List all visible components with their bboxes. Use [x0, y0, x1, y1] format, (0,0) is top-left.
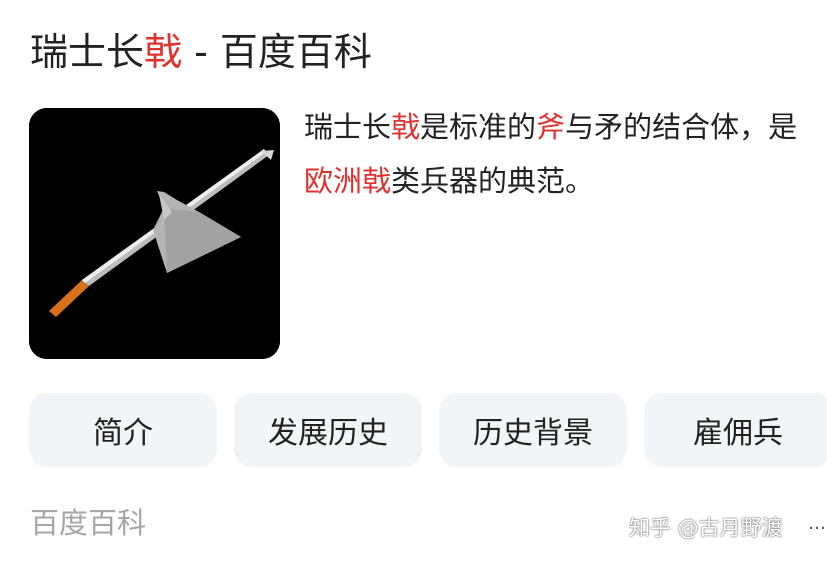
halberd-image[interactable]: [29, 108, 280, 359]
link-europe[interactable]: 欧洲: [304, 164, 362, 198]
description-text: 与矛的结合体，是: [565, 110, 798, 144]
tab-development-history[interactable]: 发展历史: [234, 393, 422, 467]
halberd-illustration: [29, 108, 280, 359]
section-tabs: 简介 发展历史 历史背景 雇佣兵: [29, 393, 827, 467]
tab-intro[interactable]: 简介: [29, 393, 217, 467]
search-result-card: 瑞士长戟 - 百度百科 瑞士长戟是标准的斧与矛的结合体，是欧洲戟类兵器的典范。 …: [0, 0, 827, 562]
watermark: 知乎 @古月野渡: [629, 516, 783, 540]
title-suffix: - 百度百科: [182, 30, 372, 74]
description-text: 瑞士长: [304, 110, 392, 144]
link-halberd-2[interactable]: 戟: [362, 164, 391, 198]
link-halberd[interactable]: 戟: [391, 110, 420, 144]
description-text: 类兵器的典范。: [391, 164, 595, 198]
description-text: 是标准的: [420, 110, 537, 144]
tab-historical-background[interactable]: 历史背景: [439, 393, 627, 467]
title-term: 瑞士长: [30, 30, 145, 74]
result-title[interactable]: 瑞士长戟 - 百度百科: [30, 24, 372, 80]
title-highlight: 戟: [144, 30, 183, 74]
result-description: 瑞士长戟是标准的斧与矛的结合体，是欧洲戟类兵器的典范。: [304, 100, 819, 208]
source-label[interactable]: 百度百科: [30, 501, 146, 545]
more-options-icon[interactable]: …: [808, 512, 826, 536]
tab-mercenaries[interactable]: 雇佣兵: [644, 393, 827, 467]
link-axe[interactable]: 斧: [536, 110, 565, 144]
